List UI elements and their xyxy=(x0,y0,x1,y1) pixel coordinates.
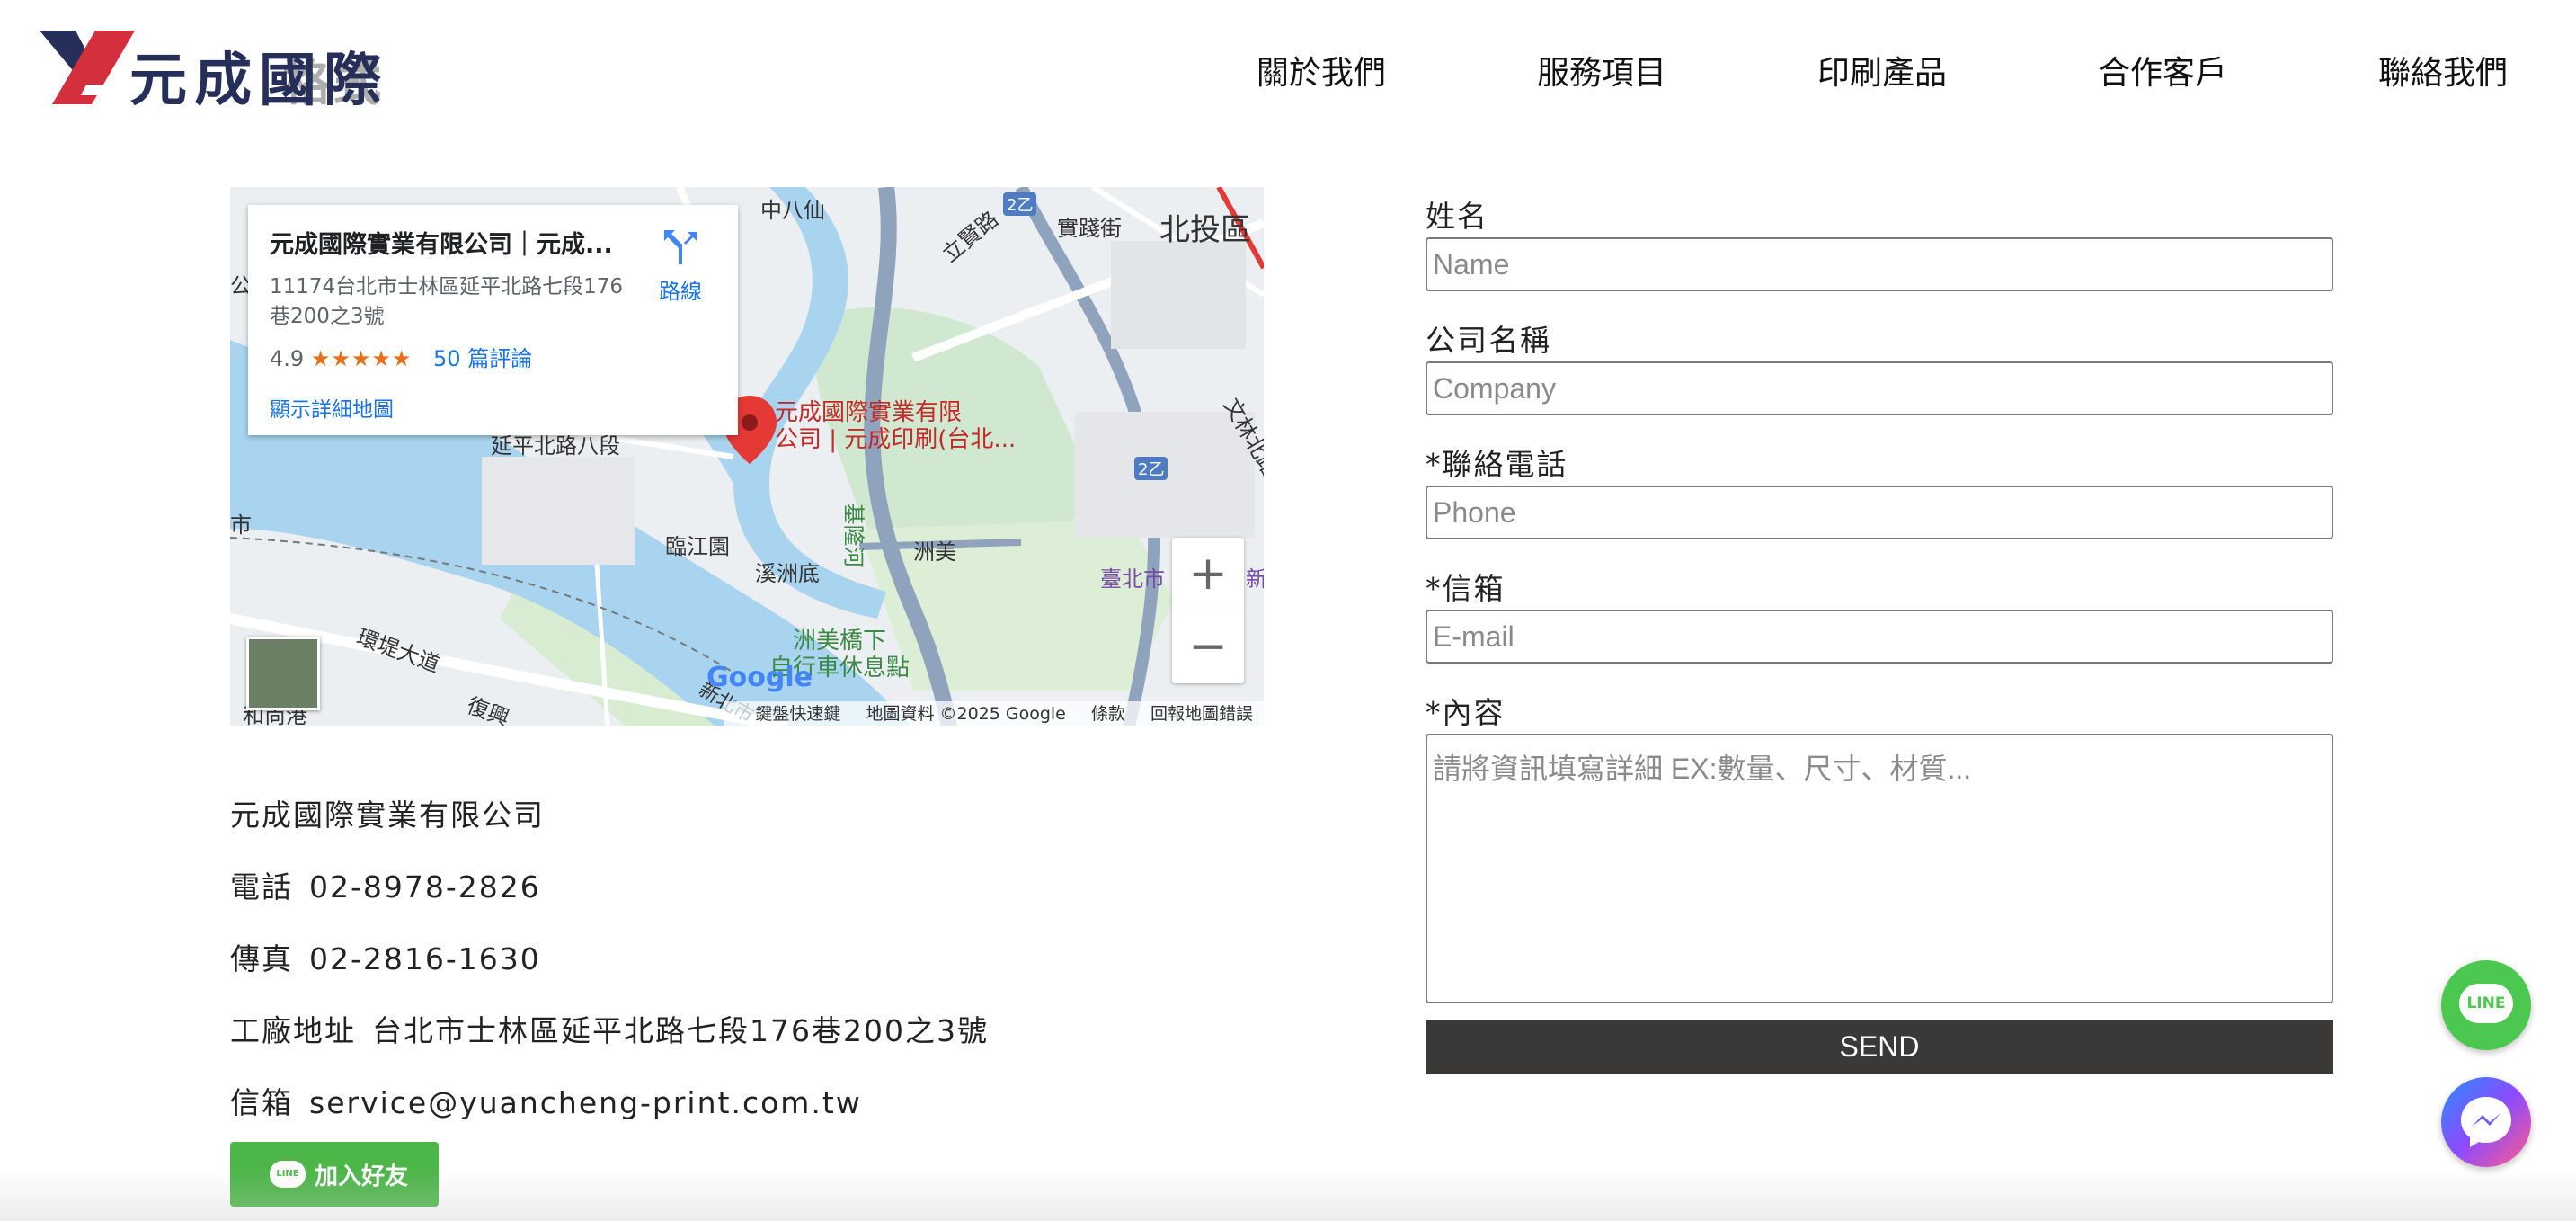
contact-form: 姓名 公司名稱 *聯絡電話 *信箱 *內容 SEND xyxy=(1426,192,2335,1074)
marker-label[interactable]: 元成國際實業有限 xyxy=(775,399,962,426)
satellite-layer-toggle[interactable] xyxy=(246,637,320,710)
nav-item-services[interactable]: 服務項目 xyxy=(1537,47,1666,94)
reviews-link[interactable]: 50 篇評論 xyxy=(433,346,532,371)
fax-label: 傳真 xyxy=(230,941,293,976)
company-fax: 傳真 02-2816-1630 xyxy=(230,935,1309,1007)
directions-label: 路線 xyxy=(659,279,702,304)
map-data-attribution: 地圖資料 ©2025 Google xyxy=(866,704,1066,724)
line-add-friend-button[interactable]: LINE 加入好友 xyxy=(230,1142,439,1207)
floating-messenger-button[interactable] xyxy=(2441,1077,2531,1167)
phone-label: 電話 xyxy=(230,869,293,905)
map-label: 中八仙 xyxy=(760,198,825,223)
company-phone: 電話 02-8978-2826 xyxy=(230,863,1309,935)
email-input[interactable] xyxy=(1426,610,2333,664)
map-label: 市 xyxy=(230,512,252,538)
star-rating-icon: ★★★★★ xyxy=(310,346,413,371)
terms-link[interactable]: 條款 xyxy=(1091,704,1125,724)
company-address: 工廠地址 台北市士林區延平北路七段176巷200之3號 xyxy=(230,1007,1309,1079)
map-footer: 鍵盤快速鍵 地圖資料 ©2025 Google 條款 回報地圖錯誤 xyxy=(724,701,1264,726)
name-label: 姓名 xyxy=(1426,199,1488,234)
company-input[interactable] xyxy=(1426,361,2333,415)
route-shield: 2乙 xyxy=(1003,192,1037,216)
line-chat-icon: LINE xyxy=(2459,984,2513,1023)
content-textarea[interactable] xyxy=(1426,734,2333,1003)
map-label: 北投區 xyxy=(1159,212,1251,248)
route-shield: 2乙 xyxy=(1134,457,1168,480)
fax-value: 02-2816-1630 xyxy=(309,941,541,976)
send-button[interactable]: SEND xyxy=(1426,1020,2333,1074)
phone-input[interactable] xyxy=(1426,486,2333,539)
nav-item-products[interactable]: 印刷產品 xyxy=(1817,47,1947,94)
email-label: 信箱 xyxy=(230,1085,293,1120)
place-rating: 4.9 ★★★★★ 50 篇評論 xyxy=(270,341,716,372)
address-label: 工廠地址 xyxy=(230,1013,356,1048)
view-larger-map-link[interactable]: 顯示詳細地圖 xyxy=(270,392,716,423)
map-label: 溪洲底 xyxy=(755,561,820,586)
site-logo[interactable]: 格式 元成國際 xyxy=(40,27,426,114)
place-address: 11174台北市士林區延平北路七段176巷200之3號 xyxy=(270,275,624,328)
google-logo: Google xyxy=(706,662,813,693)
email-field-label: *信箱 xyxy=(1426,571,1506,606)
address-value: 台北市士林區延平北路七段176巷200之3號 xyxy=(372,1013,989,1048)
nav-item-contact[interactable]: 聯絡我們 xyxy=(2378,47,2508,94)
name-input[interactable] xyxy=(1426,237,2333,291)
map-label: 實踐街 xyxy=(1057,216,1122,241)
zoom-out-button[interactable]: − xyxy=(1172,610,1244,683)
logo-text: 元成國際 xyxy=(129,48,388,114)
map-label: 基隆河 xyxy=(840,503,866,568)
nav-item-about[interactable]: 關於我們 xyxy=(1257,47,1386,94)
company-label: 公司名稱 xyxy=(1426,323,1551,358)
zoom-control: + − xyxy=(1172,538,1244,683)
map-label: 洲美 xyxy=(913,539,956,565)
main-nav: 關於我們 服務項目 印刷產品 合作客戶 聯絡我們 xyxy=(1106,47,2508,94)
company-email: 信箱 service@yuancheng-print.com.tw xyxy=(230,1079,1309,1151)
phone-value[interactable]: 02-8978-2826 xyxy=(309,869,541,905)
directions-button[interactable]: 路線 xyxy=(653,227,707,305)
rating-value: 4.9 xyxy=(270,346,305,371)
google-map[interactable]: 中八仙 北投區 立賢路 實踐街 文林北路 延平北路八段 臨江園 溪洲底 洲美 臺… xyxy=(230,187,1264,726)
map-label: 臺北市 xyxy=(1100,566,1165,592)
floating-line-button[interactable]: LINE xyxy=(2441,960,2531,1050)
place-info-card: 元成國際實業有限公司｜元成... 11174台北市士林區延平北路七段176巷20… xyxy=(248,205,738,435)
content-label: *內容 xyxy=(1426,695,1506,730)
map-label: 臨江園 xyxy=(665,534,730,559)
company-info: 元成國際實業有限公司 電話 02-8978-2826 傳真 02-2816-1630… xyxy=(230,791,1309,1151)
line-add-friend-label: 加入好友 xyxy=(315,1163,409,1190)
marker-label[interactable]: 公司 | 元成印刷(台北... xyxy=(775,426,1016,453)
company-name: 元成國際實業有限公司 xyxy=(230,798,545,833)
keyboard-shortcuts-link[interactable]: 鍵盤快速鍵 xyxy=(755,704,840,724)
directions-icon xyxy=(664,230,697,264)
email-value[interactable]: service@yuancheng-print.com.tw xyxy=(309,1085,862,1120)
report-error-link[interactable]: 回報地圖錯誤 xyxy=(1150,704,1253,724)
map-label: 新 xyxy=(1246,566,1264,592)
site-header: 格式 元成國際 關於我們 服務項目 印刷產品 合作客戶 聯絡我們 xyxy=(0,0,2576,144)
phone-field-label: *聯絡電話 xyxy=(1426,447,1568,482)
zoom-in-button[interactable]: + xyxy=(1172,538,1244,610)
messenger-icon xyxy=(2461,1097,2511,1147)
logo-mark-icon xyxy=(40,31,135,104)
line-icon: LINE xyxy=(270,1161,306,1188)
nav-item-clients[interactable]: 合作客戶 xyxy=(2098,47,2227,94)
place-title: 元成國際實業有限公司｜元成... xyxy=(270,231,613,259)
